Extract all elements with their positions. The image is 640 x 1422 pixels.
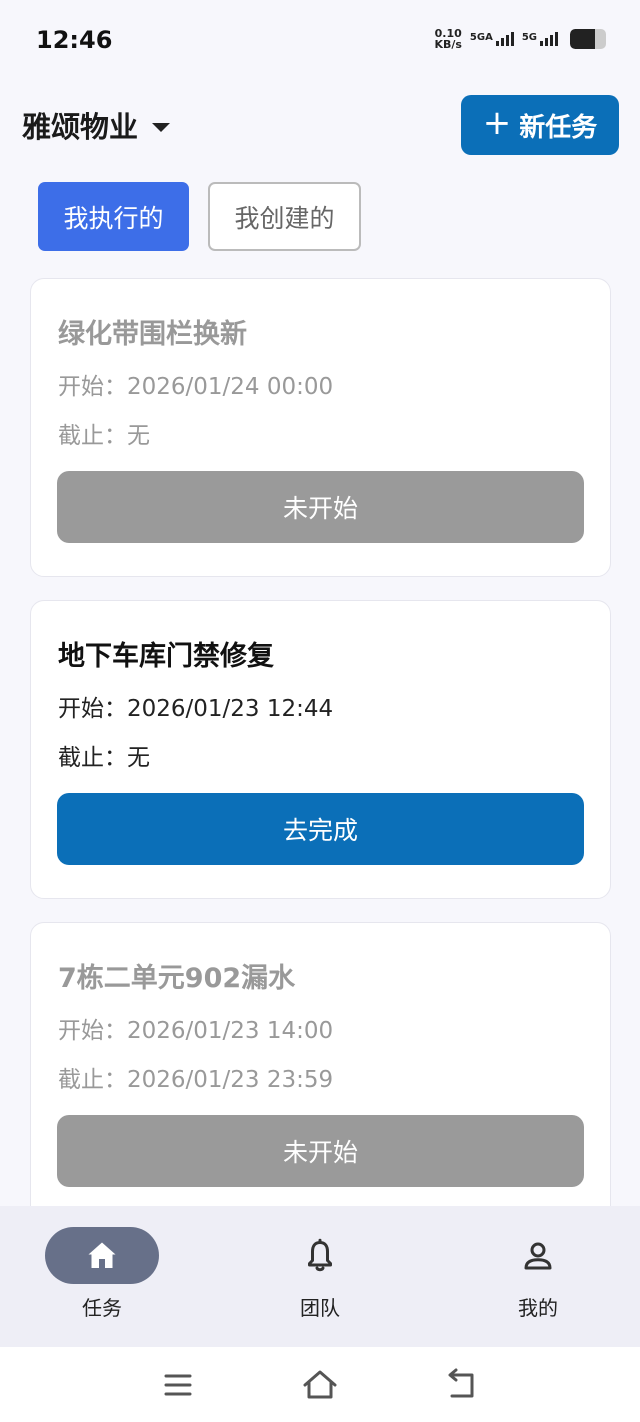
task-start: 开始：2026/01/23 12:44: [58, 696, 334, 722]
status-time: 12:46: [36, 26, 113, 54]
task-title: 绿化带围栏换新: [58, 319, 247, 350]
task-card: 7栋二单元902漏水 开始：2026/01/23 14:00 截止：2026/0…: [30, 922, 611, 1221]
signal-sim2-icon: 5G: [522, 32, 558, 46]
task-title: 地下车库门禁修复: [58, 641, 274, 672]
nav-label: 任务: [82, 1296, 122, 1320]
task-start: 开始：2026/01/23 14:00: [58, 1018, 334, 1044]
network-speed: 0.10 KB/s: [434, 27, 462, 51]
person-icon: [524, 1242, 552, 1270]
nav-label: 我的: [518, 1296, 558, 1320]
new-task-label: 新任务: [519, 112, 598, 143]
task-deadline: 截止：无: [58, 745, 150, 771]
bottom-nav: 任务 团队 我的: [0, 1206, 640, 1347]
status-bar: 12:46 0.10 KB/s 5GA 5G: [0, 0, 640, 84]
status-icons: 0.10 KB/s 5GA 5G: [434, 28, 606, 50]
caret-down-icon: [152, 122, 171, 132]
nav-label: 团队: [300, 1296, 340, 1320]
tab-assigned-to-me[interactable]: 我执行的: [38, 182, 189, 251]
task-deadline: 截止：2026/01/23 23:59: [58, 1067, 334, 1093]
home-icon: [88, 1242, 116, 1268]
task-start: 开始：2026/01/24 00:00: [58, 374, 334, 400]
system-nav-bar: [0, 1347, 640, 1422]
nav-team[interactable]: 团队: [230, 1206, 410, 1347]
nav-mine[interactable]: 我的: [448, 1206, 628, 1347]
battery-icon: [570, 29, 606, 49]
back-icon[interactable]: [442, 1365, 482, 1405]
task-title: 7栋二单元902漏水: [58, 963, 296, 994]
new-task-button[interactable]: + 新任务: [461, 95, 619, 155]
task-status-button[interactable]: 未开始: [57, 471, 584, 543]
home-nav-icon[interactable]: [300, 1365, 340, 1405]
task-card: 绿化带围栏换新 开始：2026/01/24 00:00 截止：无 未开始: [30, 278, 611, 577]
signal-sim1-icon: 5GA: [470, 32, 514, 46]
task-card: 地下车库门禁修复 开始：2026/01/23 12:44 截止：无 去完成: [30, 600, 611, 899]
battery-fill: [570, 29, 596, 49]
tab-created-by-me[interactable]: 我创建的: [208, 182, 361, 251]
complete-task-button[interactable]: 去完成: [57, 793, 584, 865]
org-switcher[interactable]: 雅颂物业: [22, 104, 171, 146]
task-status-button[interactable]: 未开始: [57, 1115, 584, 1187]
menu-icon[interactable]: [158, 1365, 198, 1405]
task-deadline: 截止：无: [58, 423, 150, 449]
org-name: 雅颂物业: [22, 110, 139, 144]
nav-tasks[interactable]: 任务: [12, 1206, 192, 1347]
plus-icon: +: [482, 103, 512, 143]
bell-icon: [308, 1238, 332, 1272]
